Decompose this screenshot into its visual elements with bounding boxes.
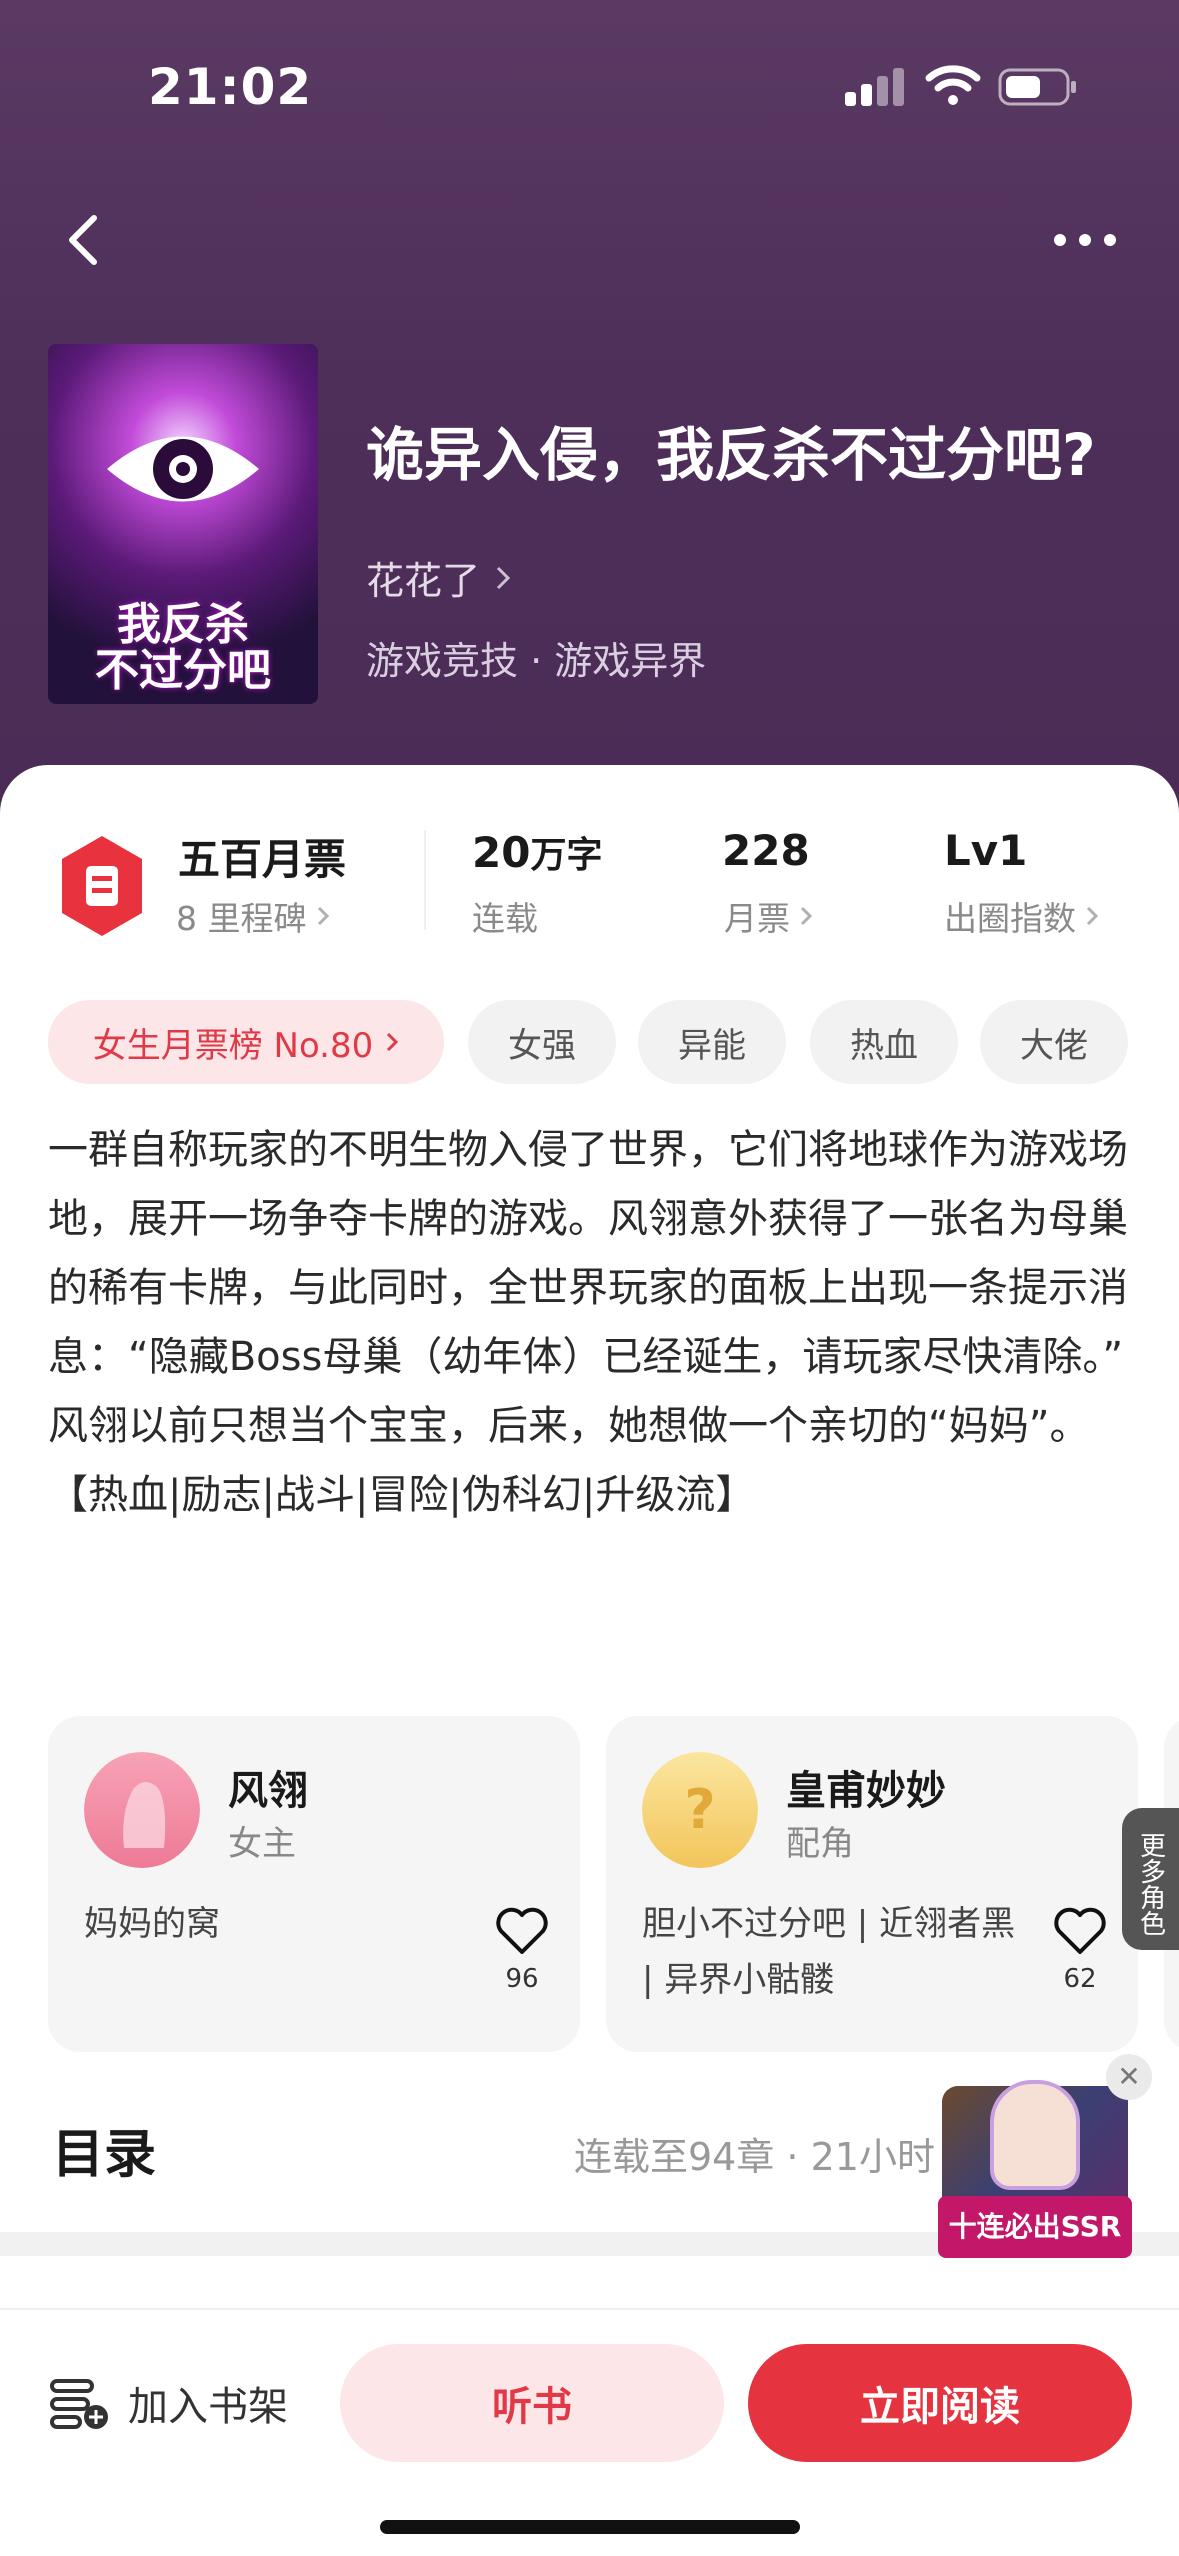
cover-title-line1: 我反杀 [117,598,249,650]
female-avatar-icon [84,1752,200,1868]
word-count-value: 20 [472,828,531,877]
description-paragraph: 一群自称玩家的不明生物入侵了世界，它们将地球作为游戏场地，展开一场争夺卡牌的游戏… [48,1127,1128,1380]
tag-item[interactable]: 热血 [810,1000,958,1084]
ranking-tag-label: 女生月票榜 No.80 [92,1025,374,1066]
cover-title-line2: 不过分吧 [95,644,271,696]
battery-icon [998,68,1076,106]
cellular-signal-icon [845,66,905,106]
character-tags: 胆小不过分吧 | 近翎者黑 | 异界小骷髅 [642,1904,1016,2000]
milestone-text: 8 里程碑 [176,899,307,938]
tag-item[interactable]: 女强 [468,1000,616,1084]
status-bar: 21:02 [0,0,1179,170]
toc-update-info[interactable]: 连载至94章 · 21小时 [574,2126,935,2181]
popularity-index-label: 出圈指数 [944,899,1076,938]
promo-label[interactable]: 十连必出SSR [938,2196,1132,2258]
character-tags: 妈妈的窝 [84,1904,220,1944]
tag-item[interactable]: 异能 [638,1000,786,1084]
genre-line: 游戏竞技 · 游戏异界 [366,639,707,683]
like-count: 96 [505,1964,539,1994]
character-card[interactable]: 风翎 女主 妈妈的窝 96 [48,1716,580,2052]
chevron-right-icon [317,906,329,926]
close-icon[interactable]: ✕ [1106,2054,1152,2100]
chevron-right-icon [1086,906,1099,926]
word-count-unit: 万字 [530,835,603,876]
monthly-tickets-link[interactable]: 月票 [724,892,816,940]
description-tags: 【热血|励志|战斗|冒险|伪科幻|升级流】 [48,1472,756,1518]
bookshelf-add-icon [50,2379,108,2429]
listen-button[interactable]: 听书 [340,2344,724,2462]
monthly-ticket-badge-icon [62,836,142,936]
promo-character-image [990,2080,1080,2190]
author-link[interactable]: 花花了 [366,550,512,605]
popularity-level: Lv1 [944,826,1028,875]
more-characters-button[interactable]: 更多角色 [1122,1808,1179,1950]
description-paragraph: 风翎以前只想当个宝宝，后来，她想做一个亲切的“妈妈”。 [48,1403,1090,1449]
character-name: 风翎 [228,1768,308,1814]
like-button[interactable]: 96 [492,1906,552,1994]
svg-text:?: ? [684,1778,715,1841]
chevron-right-icon [387,1032,399,1052]
eye-icon [107,436,259,502]
character-name: 皇甫妙妙 [786,1768,946,1814]
like-button[interactable]: 62 [1050,1906,1110,1994]
chevron-right-icon [496,566,511,589]
author-name: 花花了 [366,559,481,603]
ranking-tag[interactable]: 女生月票榜 No.80 [48,1000,444,1084]
stats-divider [424,830,426,930]
back-button[interactable] [60,210,110,270]
status-time: 21:02 [148,58,313,116]
rank-title: 五百月票 [178,835,347,884]
home-indicator[interactable] [380,2520,800,2534]
heart-icon [1054,1907,1106,1954]
character-role: 女主 [228,1824,296,1864]
book-cover[interactable]: 我反杀 不过分吧 [48,344,318,704]
monthly-tickets-label: 月票 [724,899,790,938]
tag-item[interactable]: 大佬 [980,1000,1128,1084]
toc-title[interactable]: 目录 [52,2112,156,2187]
chevron-right-icon [800,906,813,926]
monthly-tickets-value: 228 [722,826,810,875]
more-options-button[interactable] [1050,222,1120,262]
milestone-link[interactable]: 8 里程碑 [176,892,333,940]
wifi-icon [925,65,981,105]
character-list: 风翎 女主 妈妈的窝 96 ? 皇甫妙妙 配角 胆小不过分吧 | 近翎者黑 | … [48,1716,1179,2052]
serial-status: 连载 [472,899,538,938]
add-to-shelf-button[interactable]: 加入书架 [48,2374,288,2432]
heart-icon [496,1907,548,1954]
book-description[interactable]: 一群自称玩家的不明生物入侵了世界，它们将地球作为游戏场地，展开一场争夺卡牌的游戏… [48,1116,1138,1530]
like-count: 62 [1063,1964,1097,1994]
tag-row: 女生月票榜 No.80 女强 异能 热血 大佬 [48,1000,1179,1084]
unknown-avatar-icon: ? [642,1752,758,1868]
popularity-index-link[interactable]: 出圈指数 [944,892,1102,940]
book-title: 诡异入侵，我反杀不过分吧? [366,421,1096,489]
cover-title: 我反杀 不过分吧 [48,598,318,696]
word-count: 20万字 [472,826,602,878]
character-role: 配角 [786,1824,854,1864]
read-now-button[interactable]: 立即阅读 [748,2344,1132,2462]
character-card[interactable]: ? 皇甫妙妙 配角 胆小不过分吧 | 近翎者黑 | 异界小骷髅 62 [606,1716,1138,2052]
add-to-shelf-label: 加入书架 [128,2384,288,2430]
